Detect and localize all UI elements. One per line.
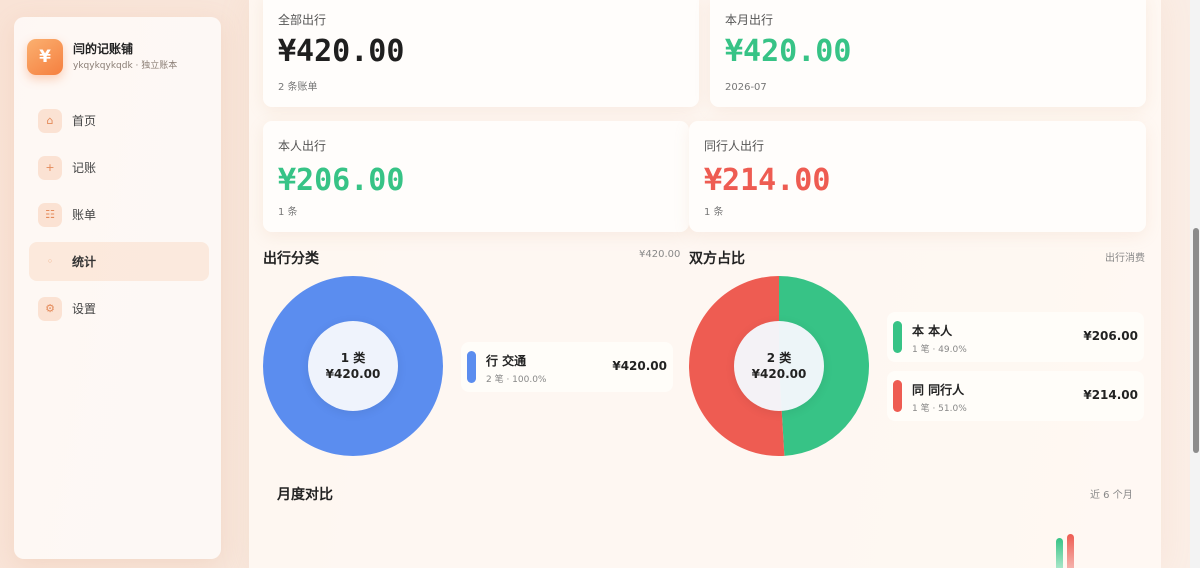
brand[interactable]: ¥ 闫的记账铺 ykqykqykqdk · 独立账本 <box>27 39 177 75</box>
legend-color-bar <box>893 380 902 412</box>
share-right: 出行消费 <box>1105 253 1145 264</box>
donut-center-count: 1 类 <box>340 351 366 365</box>
card-value: ¥420.00 <box>725 34 852 69</box>
gear-icon: ⚙ <box>38 296 62 321</box>
legend-amount: ¥206.00 <box>1083 329 1138 343</box>
sidebar-item-bills[interactable]: ☷ 账单 <box>29 195 209 234</box>
sidebar-item-settings[interactable]: ⚙ 设置 <box>29 289 209 328</box>
month-trip-card: 本月出行 ¥420.00 2026-07 <box>710 0 1146 107</box>
sidebar-item-home[interactable]: ⌂ 首页 <box>29 101 209 140</box>
scrollbar-thumb[interactable] <box>1193 228 1199 453</box>
legend-name: 行 交通 <box>486 354 527 368</box>
card-label: 本月出行 <box>725 13 774 27</box>
card-label: 全部出行 <box>278 13 327 27</box>
legend-amount: ¥214.00 <box>1083 388 1138 402</box>
donut-center-amount: ¥420.00 <box>751 367 807 381</box>
card-value: ¥206.00 <box>278 163 405 198</box>
card-sub: 1 条 <box>704 207 724 218</box>
card-label: 本人出行 <box>278 139 327 153</box>
plus-icon: + <box>38 155 62 180</box>
legend-meta: 2 笔 · 100.0% <box>486 375 547 385</box>
total-trip-card: 全部出行 ¥420.00 2 条账单 <box>263 0 699 107</box>
chart-icon: ◦ <box>46 255 54 268</box>
category-title: 出行分类 <box>263 251 319 267</box>
legend-item-companion[interactable]: 同 同行人 1 笔 · 51.0% ¥214.00 <box>887 371 1144 421</box>
sidebar-item-label: 账单 <box>72 208 97 222</box>
donut-center: 1 类 ¥420.00 <box>308 321 398 411</box>
sidebar-item-record[interactable]: + 记账 <box>29 148 209 187</box>
sidebar-item-label: 记账 <box>72 161 97 175</box>
legend-amount: ¥420.00 <box>612 359 667 373</box>
card-value: ¥420.00 <box>278 34 405 69</box>
card-sub: 2026-07 <box>725 82 767 93</box>
sidebar-nav: ⌂ 首页 + 记账 ☷ 账单 ◦ 统计 ⚙ 设置 <box>29 101 209 336</box>
legend-meta: 1 笔 · 49.0% <box>912 345 967 355</box>
donut-center: 2 类 ¥420.00 <box>734 321 824 411</box>
card-label: 同行人出行 <box>704 139 765 153</box>
legend-name: 本 本人 <box>912 324 953 338</box>
monthly-bar-self <box>1056 538 1063 568</box>
list-icon: ☷ <box>38 202 62 227</box>
card-sub: 2 条账单 <box>278 82 318 93</box>
monthly-range: 近 6 个月 <box>1090 490 1133 501</box>
brand-name: 闫的记账铺 <box>73 42 134 56</box>
category-total: ¥420.00 <box>639 249 681 260</box>
legend-item-self[interactable]: 本 本人 1 笔 · 49.0% ¥206.00 <box>887 312 1144 362</box>
monthly-title: 月度对比 <box>277 487 333 503</box>
donut-center-count: 2 类 <box>766 351 792 365</box>
legend-color-bar <box>467 351 476 383</box>
legend-color-bar <box>893 321 902 353</box>
self-trip-card: 本人出行 ¥206.00 1 条 <box>263 121 689 232</box>
category-donut: 1 类 ¥420.00 <box>263 276 443 456</box>
companion-trip-card: 同行人出行 ¥214.00 1 条 <box>689 121 1146 232</box>
home-icon: ⌂ <box>38 108 62 133</box>
share-donut: 2 类 ¥420.00 <box>689 276 869 456</box>
legend-name: 同 同行人 <box>912 383 965 397</box>
legend-meta: 1 笔 · 51.0% <box>912 404 967 414</box>
sidebar-item-label: 统计 <box>72 255 97 269</box>
sidebar-item-label: 首页 <box>72 114 97 128</box>
legend-item-transport[interactable]: 行 交通 2 笔 · 100.0% ¥420.00 <box>461 342 673 392</box>
monthly-bar-companion <box>1067 534 1074 568</box>
share-title: 双方占比 <box>689 251 745 267</box>
card-sub: 1 条 <box>278 207 298 218</box>
stats-panel: 全部出行 ¥420.00 2 条账单 本月出行 ¥420.00 2026-07 … <box>249 0 1161 568</box>
brand-subtitle: ykqykqykqdk · 独立账本 <box>73 61 178 71</box>
card-value: ¥214.00 <box>704 163 831 198</box>
sidebar-item-stats[interactable]: ◦ 统计 <box>29 242 209 281</box>
logo-icon: ¥ <box>27 39 63 75</box>
sidebar-item-label: 设置 <box>72 302 97 316</box>
sidebar: ¥ 闫的记账铺 ykqykqykqdk · 独立账本 ⌂ 首页 + 记账 ☷ 账… <box>14 17 221 559</box>
donut-center-amount: ¥420.00 <box>325 367 381 381</box>
